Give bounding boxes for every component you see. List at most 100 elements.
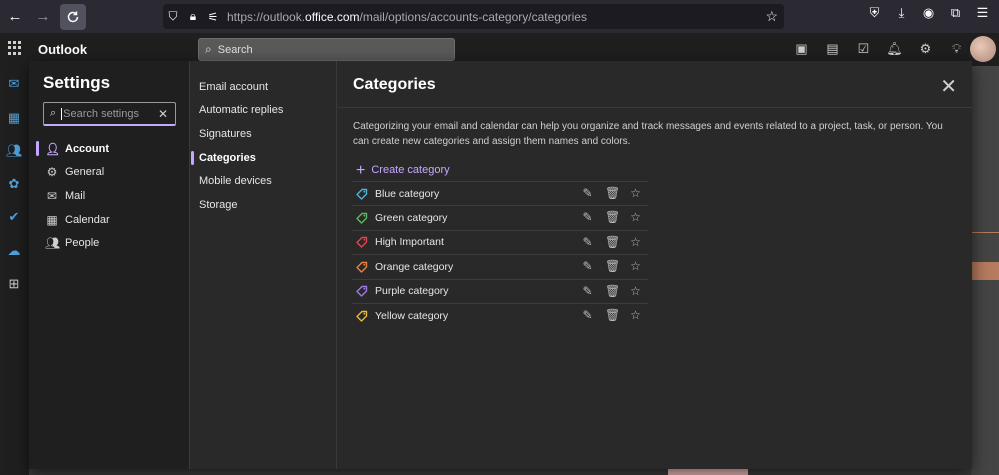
settings-nav-mail[interactable]: ✉ Mail — [29, 184, 190, 208]
settings-nav-account[interactable]: 👤︎ Account — [29, 137, 190, 161]
todo-icon[interactable]: ☑ — [855, 41, 872, 57]
browser-toolbar: ← → ⛉ 🔒︎ ⚟ https://outlook.office.com/ma… — [0, 0, 999, 33]
gear-icon[interactable]: ⚙ — [917, 41, 934, 57]
category-tag-icon — [356, 188, 368, 200]
forward-icon[interactable]: → — [30, 4, 56, 30]
delete-trash-icon[interactable]: 🗑︎ — [605, 259, 620, 273]
category-actions: ✎ 🗑︎ ☆ — [581, 259, 642, 273]
calendar-icon[interactable]: ▦ — [6, 110, 22, 126]
delete-trash-icon[interactable]: 🗑︎ — [605, 284, 620, 298]
settings-category-nav: 👤︎ Account ⚙ General ✉ Mail ▦ Calendar 👥︎ People — [29, 137, 190, 255]
page-title: Categories — [353, 76, 436, 93]
subnav-storage[interactable]: Storage — [191, 193, 337, 217]
todo-check-icon[interactable]: ✔ — [6, 209, 22, 225]
edit-pencil-icon[interactable]: ✎ — [581, 259, 594, 273]
settings-nav-label: People — [65, 237, 100, 250]
back-icon[interactable]: ← — [2, 4, 28, 30]
teams-chat-icon[interactable]: ▣ — [793, 41, 810, 57]
edit-pencil-icon[interactable]: ✎ — [581, 235, 594, 249]
delete-trash-icon[interactable]: 🗑︎ — [605, 235, 620, 249]
app-rail: ✉ ▦ 👥︎ ✿ ✔ ☁ ⊞ — [0, 66, 29, 475]
onenote-icon[interactable]: ▤ — [824, 41, 841, 57]
category-name: High Important — [375, 236, 444, 249]
settings-dialog: Settings ⌕ Search settings ✕ 👤︎ Account ⚙ G… — [29, 61, 972, 469]
shield-icon[interactable]: ⛉ — [163, 9, 183, 24]
permissions-icon[interactable]: ⚟ — [203, 10, 223, 24]
app-launcher-icon[interactable] — [8, 41, 22, 55]
account-icon[interactable]: ◉ — [920, 5, 937, 21]
category-row[interactable]: Blue category ✎ 🗑︎ ☆ — [352, 181, 648, 205]
url-text[interactable]: https://outlook.office.com/mail/options/… — [227, 10, 587, 24]
extensions-icon[interactable]: ⧉ — [947, 5, 964, 21]
category-tag-icon — [356, 212, 368, 224]
favorite-star-icon[interactable]: ☆ — [629, 308, 642, 322]
category-row[interactable]: Orange category ✎ 🗑︎ ☆ — [352, 254, 648, 278]
favorite-star-icon[interactable]: ☆ — [629, 235, 642, 249]
favorite-star-icon[interactable]: ☆ — [629, 259, 642, 273]
category-row[interactable]: High Important ✎ 🗑︎ ☆ — [352, 229, 648, 254]
edit-pencil-icon[interactable]: ✎ — [581, 186, 594, 200]
favorite-star-icon[interactable]: ☆ — [629, 284, 642, 298]
delete-trash-icon[interactable]: 🗑︎ — [605, 186, 620, 200]
settings-categories-panel: Settings ⌕ Search settings ✕ 👤︎ Account ⚙ G… — [29, 61, 190, 469]
favorite-star-icon[interactable]: ☆ — [629, 210, 642, 224]
settings-nav-calendar[interactable]: ▦ Calendar — [29, 208, 190, 232]
mail-icon: ✉ — [46, 188, 58, 203]
edit-pencil-icon[interactable]: ✎ — [581, 308, 594, 322]
calendar-icon: ▦ — [46, 212, 58, 227]
category-actions: ✎ 🗑︎ ☆ — [581, 186, 642, 200]
categories-pane: Categories ✕ Categorizing your email and… — [338, 61, 972, 469]
category-row[interactable]: Green category ✎ 🗑︎ ☆ — [352, 205, 648, 229]
delete-trash-icon[interactable]: 🗑︎ — [605, 308, 620, 322]
subnav-mobile-devices[interactable]: Mobile devices — [191, 169, 337, 193]
lightbulb-icon[interactable]: 💡︎ — [948, 41, 965, 57]
app-name[interactable]: Outlook — [38, 42, 87, 57]
favorite-star-icon[interactable]: ☆ — [629, 186, 642, 200]
app-search-input[interactable]: ⌕ Search — [198, 38, 455, 61]
category-actions: ✎ 🗑︎ ☆ — [581, 284, 642, 298]
background-accent-block — [971, 262, 999, 280]
clear-search-icon[interactable]: ✕ — [158, 107, 168, 121]
edit-pencil-icon[interactable]: ✎ — [581, 210, 594, 224]
onedrive-icon[interactable]: ☁ — [6, 243, 22, 259]
avatar[interactable] — [970, 36, 996, 62]
download-icon[interactable]: ⤓ — [893, 5, 910, 21]
subnav-automatic-replies[interactable]: Automatic replies — [191, 99, 337, 123]
pocket-icon[interactable]: ⛨ — [866, 5, 883, 21]
text-caret — [61, 107, 63, 120]
category-tag-icon — [356, 286, 368, 297]
people-icon[interactable]: 👥︎ — [6, 143, 23, 159]
settings-nav-people[interactable]: 👥︎ People — [29, 231, 190, 255]
category-actions: ✎ 🗑︎ ☆ — [581, 210, 642, 224]
subnav-signatures[interactable]: Signatures — [191, 122, 337, 146]
background-image-fragment — [668, 468, 748, 475]
settings-subnav-panel: Email account Automatic replies Signatures… — [191, 61, 337, 469]
subnav-categories[interactable]: Categories — [191, 146, 337, 170]
settings-nav-label: Calendar — [65, 213, 110, 226]
category-row[interactable]: Purple category ✎ 🗑︎ ☆ — [352, 278, 648, 303]
bookmark-star-icon[interactable]: ☆ — [765, 8, 778, 25]
category-actions: ✎ 🗑︎ ☆ — [581, 308, 642, 322]
mail-icon[interactable]: ✉ — [6, 76, 22, 92]
settings-search-input[interactable]: ⌕ Search settings ✕ — [43, 102, 176, 126]
menu-icon[interactable]: ☰ — [974, 5, 991, 21]
more-apps-icon[interactable]: ⊞ — [6, 276, 22, 292]
category-actions: ✎ 🗑︎ ☆ — [581, 235, 642, 249]
category-name: Orange category — [375, 260, 454, 273]
delete-trash-icon[interactable]: 🗑︎ — [605, 210, 620, 224]
person-icon: 👤︎ — [45, 141, 61, 156]
reload-icon[interactable] — [60, 3, 86, 30]
bell-icon[interactable]: 🔔︎ — [886, 41, 903, 57]
edit-pencil-icon[interactable]: ✎ — [581, 284, 594, 298]
address-bar[interactable]: ⛉ 🔒︎ ⚟ https://outlook.office.com/mail/o… — [163, 4, 784, 29]
lock-icon[interactable]: 🔒︎ — [183, 9, 203, 24]
groups-icon[interactable]: ✿ — [6, 176, 22, 192]
settings-nav-label: Account — [65, 142, 109, 155]
category-name: Purple category — [375, 285, 449, 298]
category-row[interactable]: Yellow category ✎ 🗑︎ ☆ — [352, 302, 648, 327]
subnav-email-account[interactable]: Email account — [191, 75, 337, 99]
settings-nav-general[interactable]: ⚙ General — [29, 161, 190, 185]
category-name: Yellow category — [375, 309, 449, 322]
close-icon[interactable]: ✕ — [940, 74, 957, 99]
create-category-button[interactable]: + Create category — [356, 162, 450, 178]
